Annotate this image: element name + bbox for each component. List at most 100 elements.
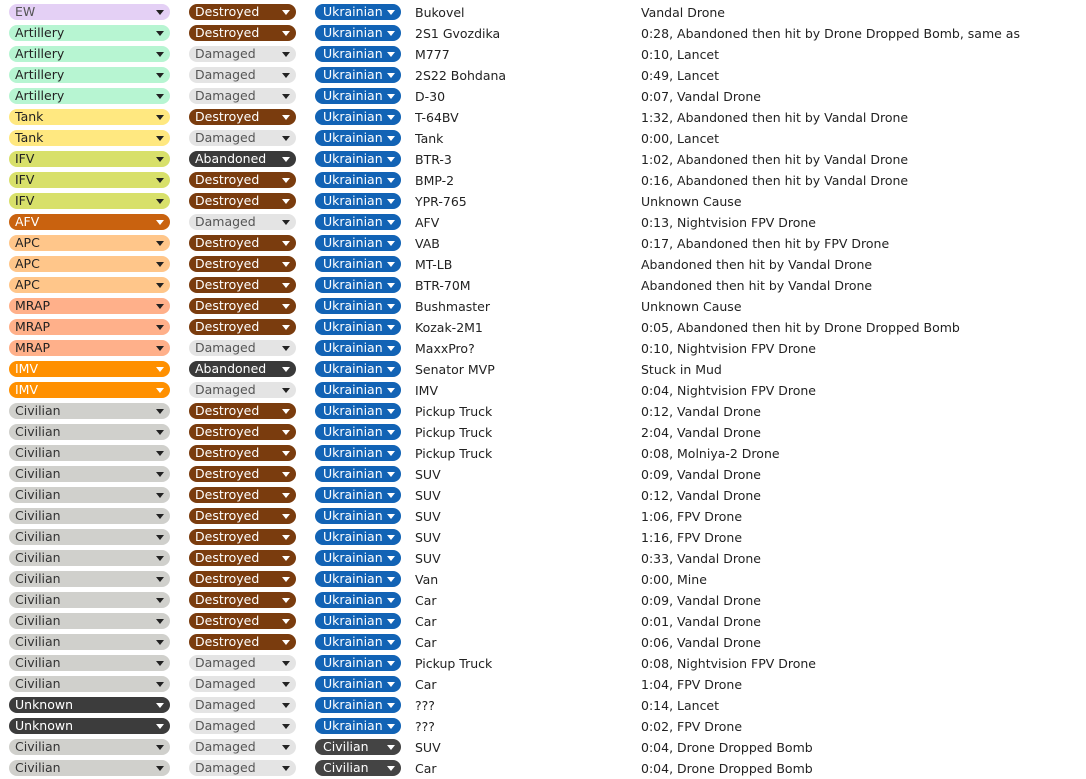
- equipment-name-cell[interactable]: Pickup Truck: [415, 653, 625, 674]
- status-dropdown[interactable]: Damaged: [189, 718, 296, 734]
- equipment-name-cell[interactable]: BMP-2: [415, 170, 625, 191]
- status-dropdown[interactable]: Damaged: [189, 655, 296, 671]
- equipment-name-cell[interactable]: MT-LB: [415, 254, 625, 275]
- type-dropdown[interactable]: MRAP: [9, 319, 170, 335]
- type-dropdown[interactable]: Civilian: [9, 655, 170, 671]
- equipment-name-cell[interactable]: AFV: [415, 212, 625, 233]
- equipment-name-cell[interactable]: IMV: [415, 380, 625, 401]
- owner-dropdown[interactable]: Ukrainian: [315, 529, 401, 545]
- status-dropdown[interactable]: Destroyed: [189, 277, 296, 293]
- cause-cell[interactable]: 0:10, Lancet: [641, 44, 1081, 65]
- equipment-name-cell[interactable]: 2S1 Gvozdika: [415, 23, 625, 44]
- cause-cell[interactable]: 0:49, Lancet: [641, 65, 1081, 86]
- status-dropdown[interactable]: Destroyed: [189, 424, 296, 440]
- type-dropdown[interactable]: Civilian: [9, 403, 170, 419]
- type-dropdown[interactable]: Civilian: [9, 592, 170, 608]
- status-dropdown[interactable]: Destroyed: [189, 445, 296, 461]
- owner-dropdown[interactable]: Ukrainian: [315, 214, 401, 230]
- cause-cell[interactable]: 0:10, Nightvision FPV Drone: [641, 338, 1081, 359]
- status-dropdown[interactable]: Destroyed: [189, 466, 296, 482]
- status-dropdown[interactable]: Damaged: [189, 697, 296, 713]
- status-dropdown[interactable]: Destroyed: [189, 256, 296, 272]
- owner-dropdown[interactable]: Ukrainian: [315, 403, 401, 419]
- type-dropdown[interactable]: Civilian: [9, 739, 170, 755]
- equipment-name-cell[interactable]: 2S22 Bohdana: [415, 65, 625, 86]
- owner-dropdown[interactable]: Ukrainian: [315, 88, 401, 104]
- owner-dropdown[interactable]: Ukrainian: [315, 130, 401, 146]
- status-dropdown[interactable]: Destroyed: [189, 592, 296, 608]
- equipment-name-cell[interactable]: VAB: [415, 233, 625, 254]
- equipment-name-cell[interactable]: Kozak-2M1: [415, 317, 625, 338]
- owner-dropdown[interactable]: Ukrainian: [315, 172, 401, 188]
- owner-dropdown[interactable]: Ukrainian: [315, 109, 401, 125]
- equipment-name-cell[interactable]: Bukovel: [415, 2, 625, 23]
- cause-cell[interactable]: 0:16, Abandoned then hit by Vandal Drone: [641, 170, 1081, 191]
- cause-cell[interactable]: 0:04, Drone Dropped Bomb: [641, 737, 1081, 758]
- type-dropdown[interactable]: Civilian: [9, 424, 170, 440]
- cause-cell[interactable]: 0:33, Vandal Drone: [641, 548, 1081, 569]
- equipment-name-cell[interactable]: SUV: [415, 464, 625, 485]
- equipment-name-cell[interactable]: Car: [415, 758, 625, 779]
- status-dropdown[interactable]: Destroyed: [189, 319, 296, 335]
- status-dropdown[interactable]: Damaged: [189, 214, 296, 230]
- type-dropdown[interactable]: IMV: [9, 361, 170, 377]
- type-dropdown[interactable]: IMV: [9, 382, 170, 398]
- status-dropdown[interactable]: Damaged: [189, 739, 296, 755]
- cause-cell[interactable]: 0:28, Abandoned then hit by Drone Droppe…: [641, 23, 1081, 44]
- equipment-name-cell[interactable]: SUV: [415, 506, 625, 527]
- cause-cell[interactable]: 0:12, Vandal Drone: [641, 485, 1081, 506]
- owner-dropdown[interactable]: Ukrainian: [315, 235, 401, 251]
- type-dropdown[interactable]: IFV: [9, 193, 170, 209]
- type-dropdown[interactable]: Civilian: [9, 529, 170, 545]
- equipment-name-cell[interactable]: Car: [415, 590, 625, 611]
- equipment-name-cell[interactable]: D-30: [415, 86, 625, 107]
- owner-dropdown[interactable]: Ukrainian: [315, 445, 401, 461]
- owner-dropdown[interactable]: Civilian: [315, 739, 401, 755]
- status-dropdown[interactable]: Abandoned: [189, 361, 296, 377]
- owner-dropdown[interactable]: Ukrainian: [315, 634, 401, 650]
- status-dropdown[interactable]: Destroyed: [189, 193, 296, 209]
- cause-cell[interactable]: 0:00, Lancet: [641, 128, 1081, 149]
- cause-cell[interactable]: 0:01, Vandal Drone: [641, 611, 1081, 632]
- owner-dropdown[interactable]: Ukrainian: [315, 508, 401, 524]
- status-dropdown[interactable]: Destroyed: [189, 487, 296, 503]
- cause-cell[interactable]: 1:04, FPV Drone: [641, 674, 1081, 695]
- type-dropdown[interactable]: Civilian: [9, 550, 170, 566]
- type-dropdown[interactable]: MRAP: [9, 340, 170, 356]
- cause-cell[interactable]: 0:09, Vandal Drone: [641, 590, 1081, 611]
- equipment-name-cell[interactable]: YPR-765: [415, 191, 625, 212]
- type-dropdown[interactable]: Civilian: [9, 760, 170, 776]
- owner-dropdown[interactable]: Ukrainian: [315, 256, 401, 272]
- cause-cell[interactable]: 0:13, Nightvision FPV Drone: [641, 212, 1081, 233]
- owner-dropdown[interactable]: Ukrainian: [315, 4, 401, 20]
- cause-cell[interactable]: Stuck in Mud: [641, 359, 1081, 380]
- cause-cell[interactable]: 1:16, FPV Drone: [641, 527, 1081, 548]
- owner-dropdown[interactable]: Ukrainian: [315, 466, 401, 482]
- owner-dropdown[interactable]: Ukrainian: [315, 382, 401, 398]
- owner-dropdown[interactable]: Ukrainian: [315, 340, 401, 356]
- equipment-name-cell[interactable]: BTR-70M: [415, 275, 625, 296]
- status-dropdown[interactable]: Destroyed: [189, 4, 296, 20]
- type-dropdown[interactable]: Civilian: [9, 613, 170, 629]
- owner-dropdown[interactable]: Civilian: [315, 760, 401, 776]
- type-dropdown[interactable]: AFV: [9, 214, 170, 230]
- owner-dropdown[interactable]: Ukrainian: [315, 613, 401, 629]
- status-dropdown[interactable]: Damaged: [189, 382, 296, 398]
- status-dropdown[interactable]: Damaged: [189, 46, 296, 62]
- owner-dropdown[interactable]: Ukrainian: [315, 424, 401, 440]
- type-dropdown[interactable]: Civilian: [9, 487, 170, 503]
- equipment-name-cell[interactable]: Car: [415, 611, 625, 632]
- type-dropdown[interactable]: Civilian: [9, 466, 170, 482]
- status-dropdown[interactable]: Destroyed: [189, 109, 296, 125]
- equipment-name-cell[interactable]: Bushmaster: [415, 296, 625, 317]
- owner-dropdown[interactable]: Ukrainian: [315, 298, 401, 314]
- type-dropdown[interactable]: APC: [9, 277, 170, 293]
- owner-dropdown[interactable]: Ukrainian: [315, 697, 401, 713]
- equipment-name-cell[interactable]: SUV: [415, 527, 625, 548]
- cause-cell[interactable]: Abandoned then hit by Vandal Drone: [641, 275, 1081, 296]
- cause-cell[interactable]: Unknown Cause: [641, 296, 1081, 317]
- owner-dropdown[interactable]: Ukrainian: [315, 193, 401, 209]
- status-dropdown[interactable]: Destroyed: [189, 613, 296, 629]
- owner-dropdown[interactable]: Ukrainian: [315, 25, 401, 41]
- type-dropdown[interactable]: EW: [9, 4, 170, 20]
